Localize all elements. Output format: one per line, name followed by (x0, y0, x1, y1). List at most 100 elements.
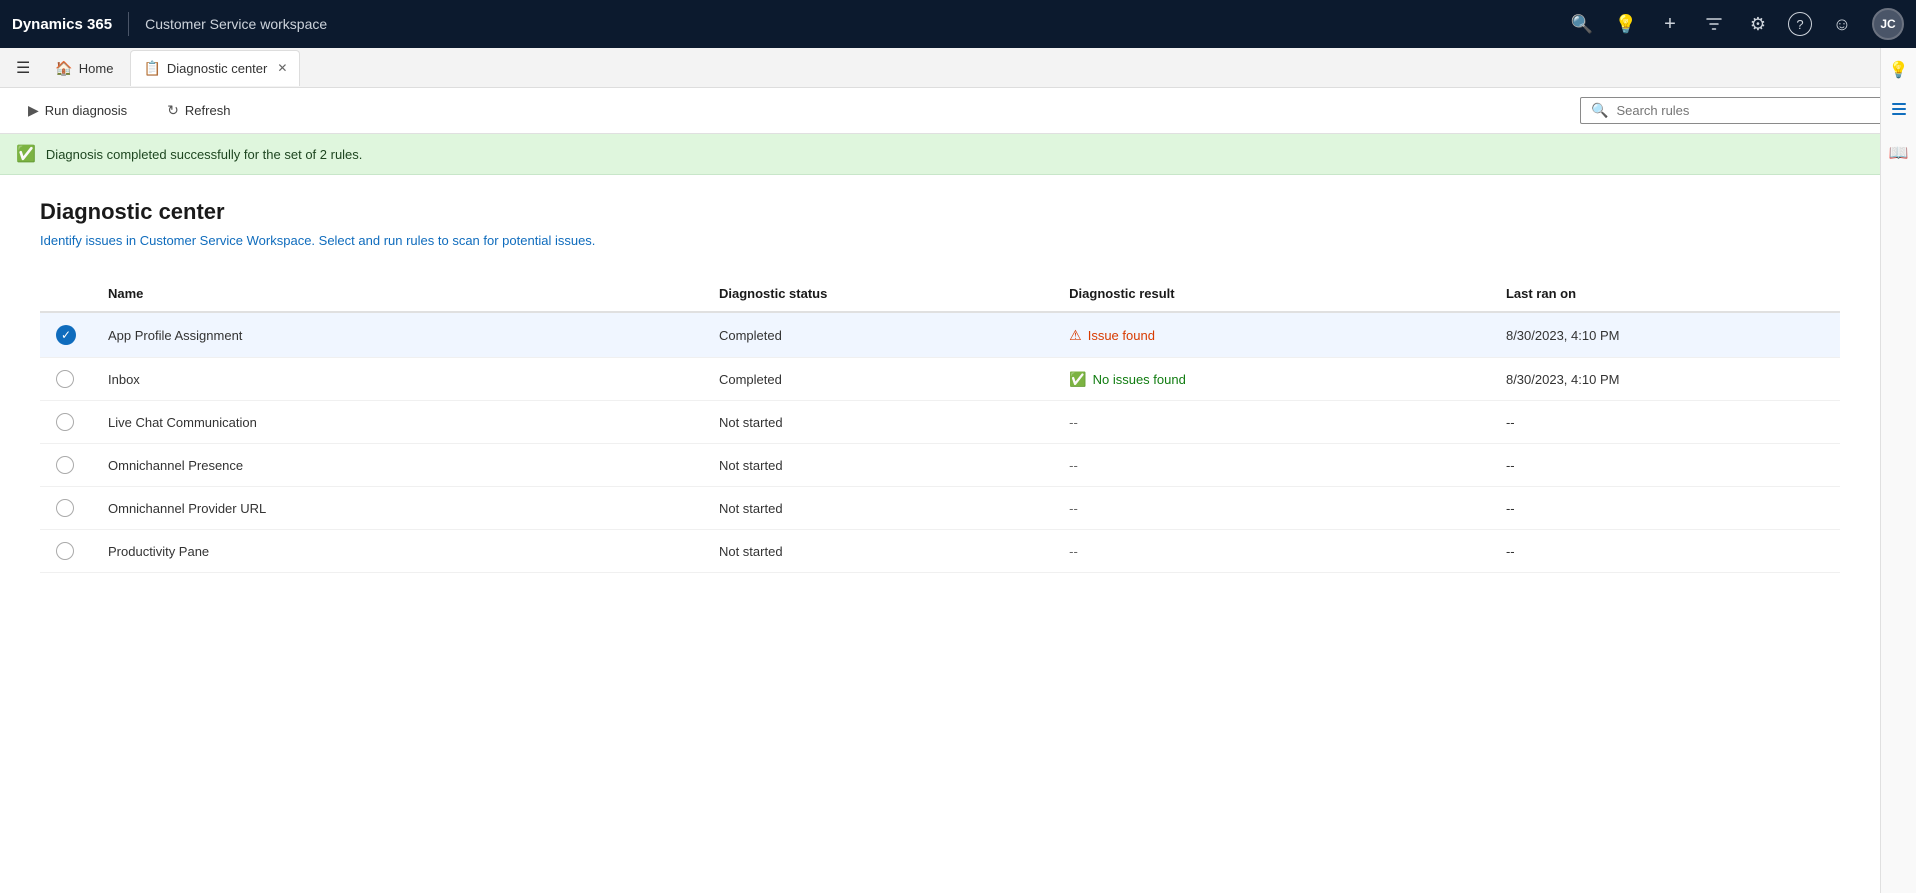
row-last-ran: 8/30/2023, 4:10 PM (1490, 358, 1840, 401)
search-rules-box[interactable]: 🔍 (1580, 97, 1900, 124)
table-row[interactable]: Live Chat CommunicationNot started -- -- (40, 401, 1840, 444)
row-name: App Profile Assignment (92, 312, 703, 358)
row-last-ran: -- (1490, 444, 1840, 487)
table-row[interactable]: Productivity PaneNot started -- -- (40, 530, 1840, 573)
lightbulb-icon[interactable]: 💡 (1612, 10, 1640, 38)
result-empty-label: -- (1069, 458, 1078, 473)
result-ok-cell: ✅ No issues found (1069, 371, 1474, 388)
row-name: Omnichannel Provider URL (92, 487, 703, 530)
row-checkbox-cell (40, 444, 92, 487)
row-name: Live Chat Communication (92, 401, 703, 444)
row-last-ran: -- (1490, 487, 1840, 530)
col-header-lastran: Last ran on (1490, 276, 1840, 312)
run-diagnosis-label: Run diagnosis (45, 103, 127, 118)
row-checkbox-cell (40, 530, 92, 573)
top-nav-bar: Dynamics 365 Customer Service workspace … (0, 0, 1916, 48)
hamburger-menu[interactable]: ☰ (8, 54, 38, 82)
row-unchecked-icon[interactable] (56, 413, 74, 431)
table-row[interactable]: ✓ App Profile AssignmentCompleted ⚠ Issue… (40, 312, 1840, 358)
row-name: Omnichannel Presence (92, 444, 703, 487)
plus-icon[interactable]: + (1656, 10, 1684, 38)
main-content: Diagnostic center Identify issues in Cus… (0, 175, 1880, 597)
app-brand: Dynamics 365 (12, 16, 112, 33)
search-icon[interactable]: 🔍 (1568, 10, 1596, 38)
table-body: ✓ App Profile AssignmentCompleted ⚠ Issue… (40, 312, 1840, 573)
rules-table: Name Diagnostic status Diagnostic result… (40, 276, 1840, 573)
workspace-title: Customer Service workspace (145, 16, 327, 32)
home-icon: 🏠 (55, 60, 72, 77)
row-checkbox-cell (40, 358, 92, 401)
smiley-icon[interactable]: ☺ (1828, 10, 1856, 38)
check-circle-icon: ✅ (1069, 371, 1086, 388)
row-result: -- (1053, 401, 1490, 444)
row-checked-icon[interactable]: ✓ (56, 325, 76, 345)
row-status: Completed (703, 312, 1053, 358)
table-row[interactable]: InboxCompleted ✅ No issues found 8/30/20… (40, 358, 1840, 401)
refresh-label: Refresh (185, 103, 231, 118)
banner-message: Diagnosis completed successfully for the… (46, 147, 362, 162)
filter-icon[interactable] (1700, 10, 1728, 38)
row-result: -- (1053, 487, 1490, 530)
warning-icon: ⚠ (1069, 327, 1082, 344)
row-name: Inbox (92, 358, 703, 401)
result-empty-label: -- (1069, 415, 1078, 430)
row-last-ran: -- (1490, 401, 1840, 444)
table-row[interactable]: Omnichannel Provider URLNot started -- -- (40, 487, 1840, 530)
side-panel-icons: 💡 📖 (1880, 48, 1916, 893)
row-unchecked-icon[interactable] (56, 542, 74, 560)
table-header: Name Diagnostic status Diagnostic result… (40, 276, 1840, 312)
col-header-name: Name (92, 276, 703, 312)
row-status: Completed (703, 358, 1053, 401)
tab-home[interactable]: 🏠 Home (42, 50, 126, 86)
page-subtitle: Identify issues in Customer Service Work… (40, 233, 1840, 248)
success-banner: ✅ Diagnosis completed successfully for t… (0, 134, 1916, 175)
user-avatar[interactable]: JC (1872, 8, 1904, 40)
row-checkbox-cell: ✓ (40, 312, 92, 358)
col-header-checkbox (40, 276, 92, 312)
nav-divider (128, 12, 129, 36)
table-row[interactable]: Omnichannel PresenceNot started -- -- (40, 444, 1840, 487)
col-header-result: Diagnostic result (1053, 276, 1490, 312)
row-unchecked-icon[interactable] (56, 370, 74, 388)
tab-home-label: Home (79, 61, 114, 76)
book-side-icon[interactable]: 📖 (1885, 139, 1913, 167)
result-issue-label[interactable]: Issue found (1088, 328, 1155, 343)
row-result: -- (1053, 530, 1490, 573)
tab-diagnostic-label: Diagnostic center (167, 61, 267, 76)
search-rules-input[interactable] (1616, 103, 1889, 118)
toolbar: ▶ Run diagnosis ↻ Refresh 🔍 (0, 88, 1916, 134)
list-side-icon[interactable] (1886, 96, 1912, 127)
refresh-icon: ↻ (167, 102, 179, 119)
tab-close-button[interactable]: ✕ (277, 61, 287, 75)
refresh-button[interactable]: ↻ Refresh (155, 96, 242, 125)
row-result: ✅ No issues found (1053, 358, 1490, 401)
row-unchecked-icon[interactable] (56, 456, 74, 474)
row-status: Not started (703, 487, 1053, 530)
result-issue-cell: ⚠ Issue found (1069, 327, 1474, 344)
row-last-ran: -- (1490, 530, 1840, 573)
nav-icons-group: 🔍 💡 + ⚙ ? ☺ JC (1568, 8, 1904, 40)
settings-icon[interactable]: ⚙ (1744, 10, 1772, 38)
help-icon[interactable]: ? (1788, 12, 1812, 36)
row-unchecked-icon[interactable] (56, 499, 74, 517)
page-title: Diagnostic center (40, 199, 1840, 225)
play-icon: ▶ (28, 102, 39, 119)
banner-success-icon: ✅ (16, 144, 36, 164)
row-checkbox-cell (40, 401, 92, 444)
run-diagnosis-button[interactable]: ▶ Run diagnosis (16, 96, 139, 125)
row-result: -- (1053, 444, 1490, 487)
row-status: Not started (703, 444, 1053, 487)
result-empty-label: -- (1069, 544, 1078, 559)
col-header-status: Diagnostic status (703, 276, 1053, 312)
row-result: ⚠ Issue found (1053, 312, 1490, 358)
diagnostic-icon: 📋 (143, 60, 160, 77)
row-status: Not started (703, 530, 1053, 573)
tab-diagnostic[interactable]: 📋 Diagnostic center ✕ (130, 50, 300, 86)
row-name: Productivity Pane (92, 530, 703, 573)
row-last-ran: 8/30/2023, 4:10 PM (1490, 312, 1840, 358)
row-checkbox-cell (40, 487, 92, 530)
row-status: Not started (703, 401, 1053, 444)
result-ok-label: No issues found (1093, 372, 1186, 387)
result-empty-label: -- (1069, 501, 1078, 516)
bulb-side-icon[interactable]: 💡 (1885, 56, 1913, 84)
